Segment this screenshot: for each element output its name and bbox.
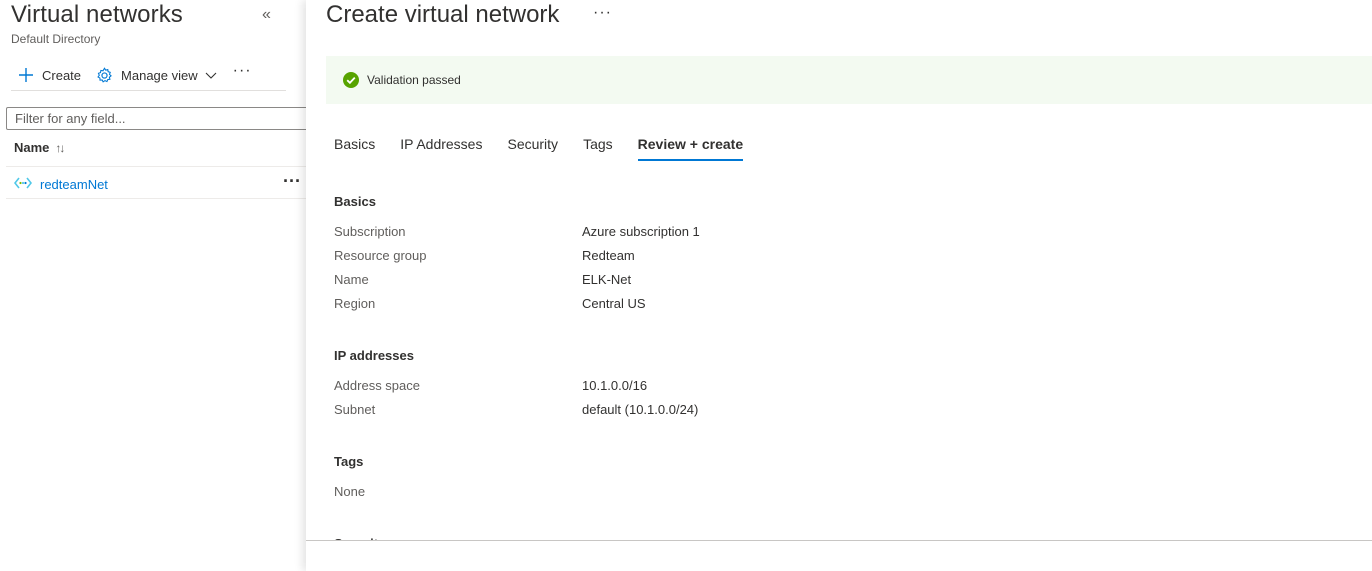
blade-title: Create virtual network [326, 1, 560, 28]
label-subscription: Subscription [334, 224, 406, 239]
footer-divider [306, 540, 1372, 541]
section-title-basics: Basics [334, 194, 376, 209]
value-subscription: Azure subscription 1 [582, 224, 700, 239]
vnet-name-link[interactable]: redteamNet [40, 177, 108, 192]
virtual-network-icon [14, 177, 32, 189]
plus-icon [19, 68, 33, 82]
tab-security[interactable]: Security [507, 136, 558, 161]
label-region: Region [334, 296, 376, 311]
label-name: Name [334, 272, 369, 287]
table-row: redteamNet ··· [6, 167, 306, 199]
column-header-label: Name [14, 140, 50, 155]
tab-ip-addresses[interactable]: IP Addresses [400, 136, 482, 161]
success-check-icon [343, 72, 359, 88]
manage-view-label: Manage view [121, 67, 198, 83]
label-subnet: Subnet [334, 402, 376, 417]
sort-icon: ↑↓ [55, 140, 65, 155]
virtual-networks-panel: Virtual networks Default Directory « Cre… [0, 0, 312, 571]
blade-more-button[interactable]: ··· [593, 4, 612, 22]
directory-subtitle: Default Directory [11, 32, 101, 46]
value-resource-group: Redteam [582, 248, 635, 263]
gear-icon [97, 66, 112, 83]
section-title-ip-addresses: IP addresses [334, 348, 414, 363]
double-chevron-left-icon[interactable]: « [262, 6, 271, 24]
tab-label: IP Addresses [400, 136, 483, 152]
label-resource-group: Resource group [334, 248, 427, 263]
value-address-space: 10.1.0.0/16 [582, 378, 648, 393]
value-region: Central US [582, 296, 646, 311]
page-title: Virtual networks [11, 1, 183, 28]
toolbar-divider [11, 90, 286, 91]
validation-banner: Validation passed [326, 56, 1372, 104]
tab-review-create[interactable]: Review + create [637, 136, 744, 161]
tab-label: Review + create [637, 136, 744, 152]
tab-basics[interactable]: Basics [334, 136, 375, 161]
tab-label: Tags [583, 136, 613, 152]
tab-bar: Basics IP Addresses Security Tags Review… [334, 136, 768, 161]
manage-view-button[interactable]: Manage view [96, 66, 218, 84]
label-address-space: Address space [334, 378, 420, 393]
column-header-name[interactable]: Name ↑↓ [14, 140, 65, 155]
create-button[interactable]: Create [18, 67, 81, 83]
section-title-tags: Tags [334, 454, 364, 469]
tab-label: Basics [334, 136, 376, 152]
validation-message: Validation passed [367, 73, 461, 87]
row-more-button[interactable]: ··· [283, 171, 301, 192]
toolbar: Create Manage view ··· [18, 62, 252, 87]
chevron-down-icon [205, 72, 217, 79]
tab-label: Security [507, 136, 559, 152]
create-virtual-network-blade: Create virtual network ··· Validation pa… [306, 0, 1372, 571]
more-options-button[interactable]: ··· [233, 62, 252, 80]
tags-none: None [334, 484, 366, 499]
create-button-label: Create [42, 67, 82, 83]
value-name: ELK-Net [582, 272, 632, 287]
value-subnet: default (10.1.0.0/24) [582, 402, 699, 417]
filter-input[interactable] [6, 107, 312, 130]
tab-tags[interactable]: Tags [583, 136, 613, 161]
